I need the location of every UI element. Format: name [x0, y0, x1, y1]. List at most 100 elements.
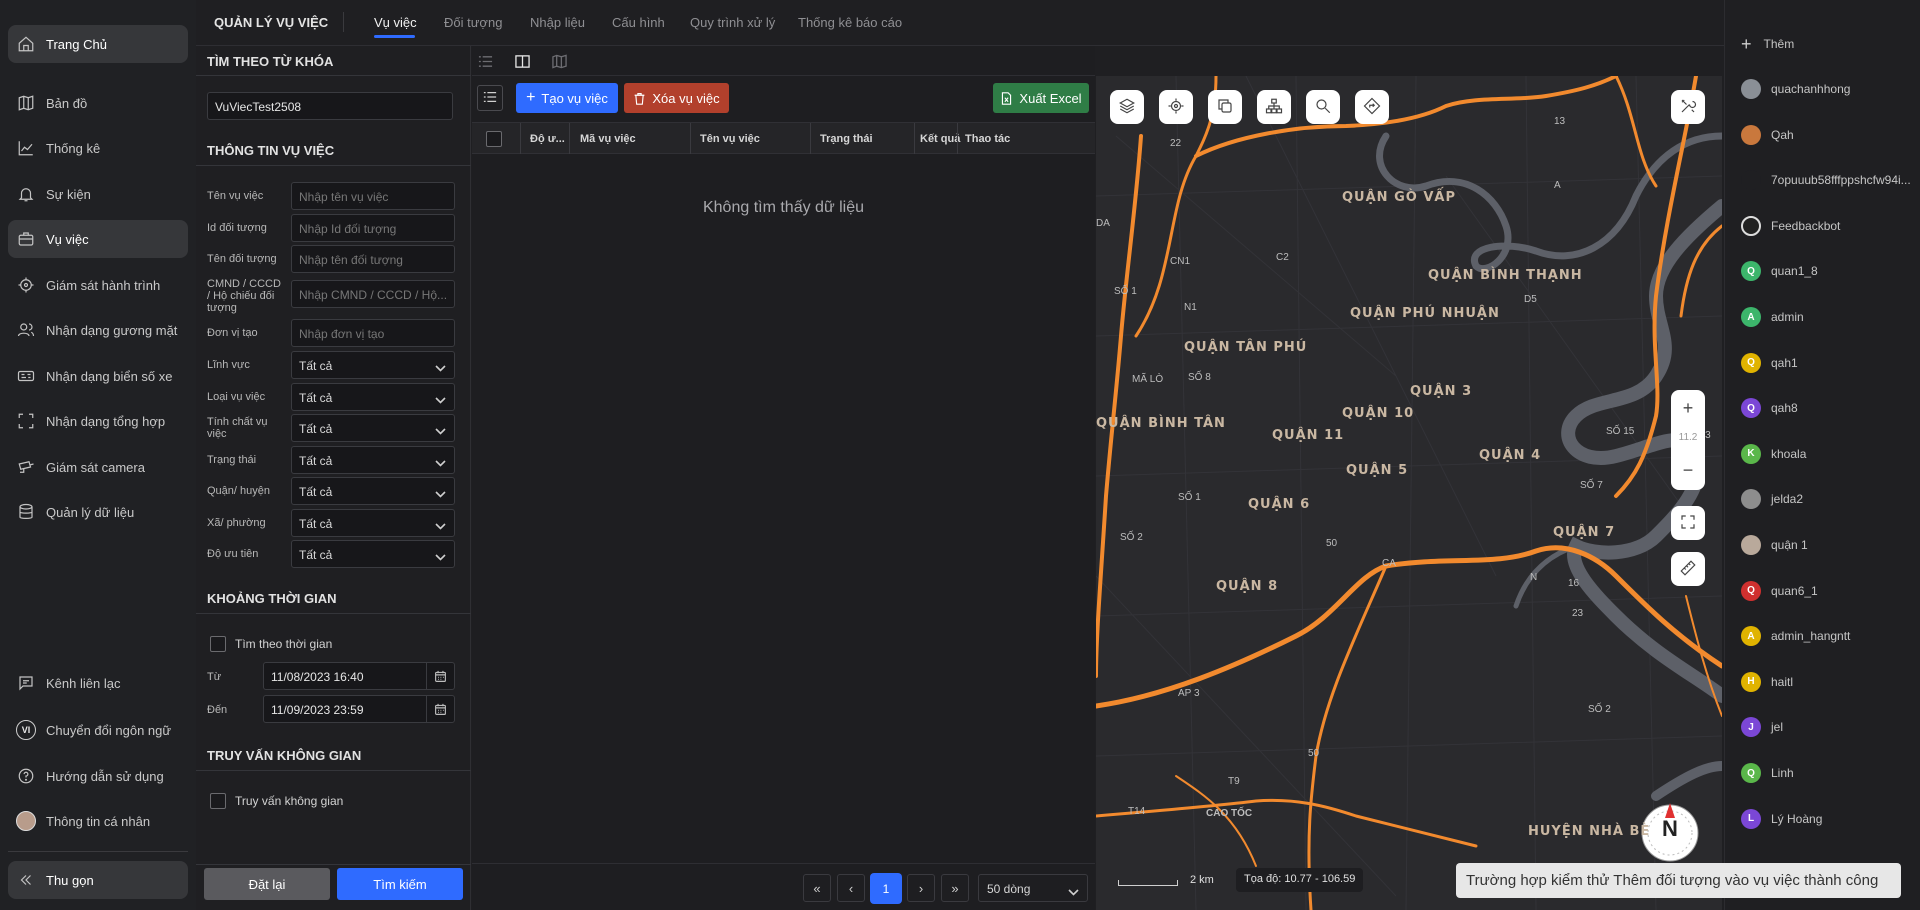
object-id-input[interactable]: Nhập Id đối tượng [291, 214, 455, 242]
zoom-in-button[interactable]: + [1671, 394, 1705, 422]
status-select[interactable]: Tất cả [291, 446, 455, 474]
column-header-priority[interactable]: Độ ư... [530, 133, 565, 145]
page-size-select[interactable]: 50 dòng [978, 874, 1088, 902]
keyword-input[interactable]: VuViecTest2508 [207, 92, 453, 120]
nav-item-cases[interactable]: Vụ việc [8, 220, 188, 258]
calendar-icon[interactable] [426, 663, 454, 689]
case-name-input[interactable]: Nhập tên vụ việc [291, 182, 455, 210]
field-select[interactable]: Tất cả [291, 351, 455, 379]
user-list-item[interactable]: Hhaitl [1741, 670, 1793, 694]
hierarchy-button[interactable] [1257, 90, 1291, 124]
tab-cases[interactable]: Vụ việc [374, 15, 417, 30]
time-filter-checkbox[interactable] [210, 636, 226, 652]
directions-button[interactable] [1355, 90, 1389, 124]
case-nature-select[interactable]: Tất cả [291, 414, 455, 442]
create-case-button[interactable]: + Tạo vụ việc [516, 83, 618, 113]
column-header-case-code[interactable]: Mã vụ việc [580, 133, 636, 145]
user-list-item[interactable]: quachanhhong [1741, 77, 1850, 101]
hierarchy-icon [1265, 97, 1283, 118]
nav-item-journey-monitor[interactable]: Giám sát hành trình [8, 266, 188, 304]
split-view-icon[interactable] [515, 54, 530, 72]
from-date-input[interactable]: 11/08/2023 16:40 [263, 662, 455, 690]
tools-button[interactable] [1671, 90, 1705, 124]
creator-unit-input[interactable]: Nhập đơn vị tạo [291, 319, 455, 347]
copy-button[interactable] [1208, 90, 1242, 124]
nav-item-face-recognition[interactable]: Nhận dạng gương mặt [8, 311, 188, 349]
collapse-button[interactable]: Thu gọn [8, 861, 188, 899]
user-list-item[interactable]: Aadmin_hangntt [1741, 624, 1850, 648]
user-list-item[interactable]: Feedbackbot [1741, 214, 1840, 238]
measure-button[interactable] [1671, 552, 1705, 586]
tab-configuration[interactable]: Cấu hình [612, 15, 665, 30]
column-header-case-name[interactable]: Tên vụ việc [700, 133, 760, 145]
export-excel-button[interactable]: Xuất Excel [993, 83, 1089, 113]
chevron-down-icon [435, 393, 446, 404]
user-list-item[interactable]: Q Linh [1741, 761, 1794, 785]
fullscreen-button[interactable] [1671, 506, 1705, 540]
object-name-input[interactable]: Nhập tên đối tượng [291, 245, 455, 273]
first-page-button[interactable]: « [803, 874, 831, 902]
toast-notification: Trường hợp kiểm thử Thêm đối tượng vào v… [1456, 863, 1901, 898]
nav-item-combined-recognition[interactable]: Nhận dạng tổng hợp [8, 402, 188, 440]
nav-item-plate-recognition[interactable]: Nhận dạng biển số xe [8, 357, 188, 395]
user-list-item[interactable]: quận 1 [1741, 533, 1808, 557]
language-icon: VI [14, 718, 38, 742]
page-button-current[interactable]: 1 [870, 873, 902, 904]
nav-item-events[interactable]: Sự kiện [8, 175, 188, 213]
select-all-checkbox[interactable] [486, 131, 502, 147]
user-list-item[interactable]: Qah [1741, 123, 1794, 147]
calendar-icon[interactable] [426, 696, 454, 722]
spatial-query-checkbox[interactable] [210, 793, 226, 809]
reset-button[interactable]: Đặt lại [204, 868, 330, 900]
next-page-button[interactable]: › [907, 874, 935, 902]
compass-north-label[interactable]: N [1648, 816, 1692, 842]
map-view-icon[interactable] [552, 54, 567, 72]
column-settings-button[interactable] [477, 85, 503, 111]
user-list-item[interactable]: Qqah1 [1741, 351, 1798, 375]
map-view[interactable]: QUẬN GÒ VẤP QUẬN BÌNH THẠNH QUẬN PHÚ NHU… [1096, 76, 1722, 910]
list-view-icon[interactable] [478, 54, 493, 72]
tab-data-entry[interactable]: Nhập liệu [530, 15, 585, 30]
add-button[interactable]: + Thêm [1741, 32, 1794, 56]
to-date-input[interactable]: 11/09/2023 23:59 [263, 695, 455, 723]
nav-item-camera-monitor[interactable]: Giám sát camera [8, 448, 188, 486]
locate-button[interactable] [1159, 90, 1193, 124]
id-card-input[interactable]: Nhập CMND / CCCD / Hộ... [291, 280, 455, 308]
nav-item-label: Nhận dạng gương mặt [46, 322, 178, 338]
previous-page-button[interactable]: ‹ [837, 874, 865, 902]
case-type-select[interactable]: Tất cả [291, 383, 455, 411]
last-page-button[interactable]: » [941, 874, 969, 902]
tab-process[interactable]: Quy trình xử lý [690, 15, 775, 30]
nav-item-contact-channel[interactable]: Kênh liên lạc [8, 664, 188, 702]
nav-item-profile[interactable]: Thông tin cá nhân [8, 802, 188, 840]
nav-item-data-management[interactable]: Quản lý dữ liệu [8, 493, 188, 531]
user-list-item[interactable]: Qqah8 [1741, 396, 1798, 420]
nav-item-user-guide[interactable]: Hướng dẫn sử dụng [8, 757, 188, 795]
priority-select[interactable]: Tất cả [291, 540, 455, 568]
tab-reports[interactable]: Thống kê báo cáo [798, 15, 902, 30]
user-list-item[interactable]: 7opuuub58fffppshcfw94i... [1741, 168, 1911, 192]
user-list-item[interactable]: Aadmin [1741, 305, 1804, 329]
layers-button[interactable] [1110, 90, 1144, 124]
nav-item-statistics[interactable]: Thống kê [8, 129, 188, 167]
delete-case-button[interactable]: Xóa vụ việc [624, 83, 729, 113]
user-list-item[interactable]: Jjel [1741, 715, 1783, 739]
user-list-item[interactable]: Qquan6_1 [1741, 579, 1818, 603]
zoom-out-button[interactable]: − [1671, 456, 1705, 484]
search-button[interactable]: Tìm kiếm [337, 868, 463, 900]
map-search-button[interactable] [1306, 90, 1340, 124]
tab-objects[interactable]: Đối tượng [444, 15, 502, 30]
ward-select[interactable]: Tất cả [291, 509, 455, 537]
nav-item-language-switch[interactable]: VI Chuyển đổi ngôn ngữ [8, 711, 188, 749]
user-list-item[interactable]: Kkhoala [1741, 442, 1806, 466]
column-header-status[interactable]: Trạng thái [820, 133, 873, 145]
user-list-item[interactable]: L Lý Hoàng [1741, 807, 1822, 831]
plus-icon: + [1741, 33, 1752, 54]
district-select[interactable]: Tất cả [291, 477, 455, 505]
user-list-item[interactable]: jelda2 [1741, 487, 1803, 511]
user-list-item[interactable]: Qquan1_8 [1741, 259, 1818, 283]
nav-item-home[interactable]: Trang Chủ [8, 25, 188, 63]
nav-item-map[interactable]: Bản đồ [8, 84, 188, 122]
column-header-result[interactable]: Kết quả [920, 133, 960, 145]
district-label: QUẬN 10 [1342, 406, 1415, 421]
